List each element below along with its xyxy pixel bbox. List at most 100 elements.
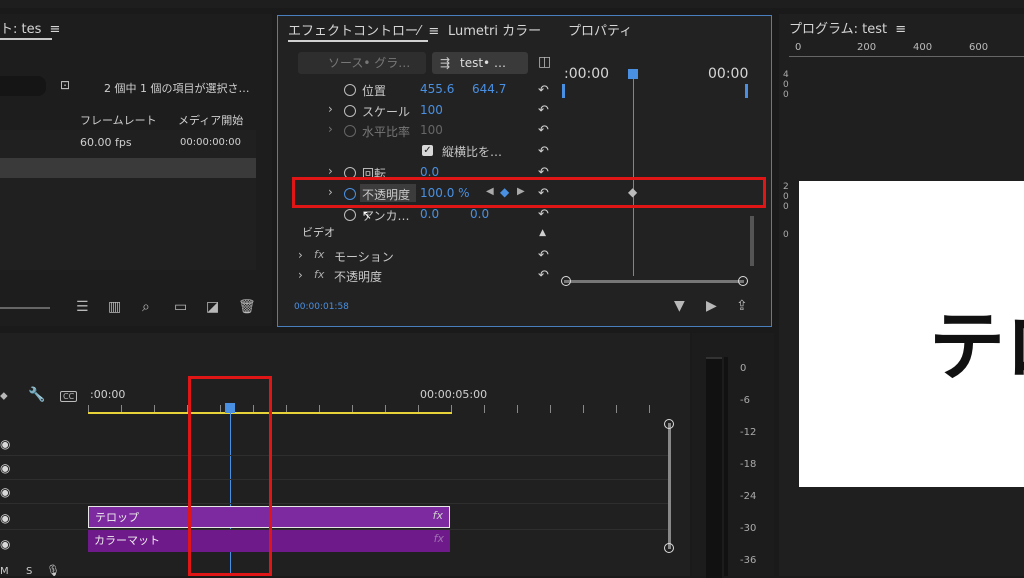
mic-icon[interactable]: 🎙: [46, 564, 60, 577]
highlight-box-opacity: [292, 177, 766, 208]
meter-bar-right: [724, 357, 728, 576]
stopwatch-icon[interactable]: [344, 84, 356, 96]
kf-zoom-handle-left[interactable]: [561, 276, 571, 286]
clip-label: test• …: [460, 56, 506, 70]
project-tab[interactable]: ト: tes ≡: [0, 18, 60, 37]
list-view-icon[interactable]: ☰: [76, 299, 89, 315]
section-header-video[interactable]: ビデオ ▲: [292, 224, 554, 242]
bin-search-icon[interactable]: ⊡: [60, 78, 70, 92]
media-start-value: 00:00:00:00: [180, 137, 242, 148]
ruler-label: 400: [913, 42, 933, 53]
eye-icon[interactable]: ◉: [0, 537, 10, 551]
stopwatch-icon[interactable]: [344, 125, 356, 137]
tab-properties[interactable]: プロパティ: [568, 20, 632, 39]
fx-badge[interactable]: fx: [314, 268, 324, 281]
reset-icon[interactable]: ↶: [538, 145, 554, 158]
expand-chevron-icon[interactable]: ›: [298, 248, 303, 262]
expand-chevron-icon[interactable]: ›: [328, 102, 333, 116]
timeline-panel: ⬥ 🔧 CC :00:00 00:00:05:00 ◉ ◉ ◉ ◉ ◉ テロップ…: [0, 333, 690, 577]
selected-row[interactable]: [0, 158, 256, 178]
effect-row-motion[interactable]: モーション: [334, 248, 394, 268]
section-label: ビデオ: [302, 226, 335, 239]
source-label: ソース• グラ…: [328, 56, 411, 70]
scroll-handle-top[interactable]: [664, 419, 674, 429]
ruler-digit: 2: [783, 182, 789, 192]
mute-button[interactable]: M: [0, 566, 9, 577]
reset-icon[interactable]: ↶: [538, 84, 554, 97]
property-row-scale[interactable]: スケール 100: [362, 103, 443, 123]
show-timeline-icon[interactable]: ◫: [538, 54, 551, 70]
ruler-digit: 0: [783, 202, 789, 212]
effect-row-opacity[interactable]: 不透明度: [334, 268, 382, 288]
meter-label: -18: [740, 459, 757, 470]
marker-icon[interactable]: ⬥: [0, 389, 8, 403]
filter-icon[interactable]: ▼: [674, 298, 685, 314]
collapse-triangle-icon[interactable]: ▲: [539, 224, 546, 242]
tab-lumetri[interactable]: Lumetri カラー: [448, 20, 541, 39]
panel-menu-icon[interactable]: ≡: [895, 22, 906, 37]
sequence-icon: ⇶: [440, 56, 451, 70]
panel-menu-icon[interactable]: ≡: [50, 22, 61, 37]
find-icon[interactable]: ⌕: [142, 299, 150, 315]
new-bin-icon[interactable]: ▭: [174, 299, 187, 315]
property-row-position[interactable]: 位置 455.6 644.7: [362, 82, 506, 102]
scale-value[interactable]: 100: [420, 103, 443, 117]
wrench-icon[interactable]: 🔧: [28, 387, 45, 403]
eye-icon[interactable]: ◉: [0, 437, 10, 451]
stopwatch-icon[interactable]: [344, 105, 356, 117]
position-x-value[interactable]: 455.6: [420, 82, 454, 96]
program-tab-label: プログラム: test: [789, 22, 888, 37]
panel-menu-icon[interactable]: ≡: [428, 24, 439, 39]
video-preview[interactable]: テロ: [799, 181, 1024, 487]
expand-chevron-icon[interactable]: ›: [328, 164, 333, 178]
zoom-slider[interactable]: [0, 307, 50, 309]
new-item-icon[interactable]: ◪: [206, 299, 219, 315]
tab-effect-controls[interactable]: エフェクトコントロー⁄ ≡: [288, 20, 439, 39]
property-row-horizontal-ratio[interactable]: 水平比率 100: [362, 123, 443, 143]
export-icon[interactable]: ⇪: [736, 298, 748, 314]
source-dropdown[interactable]: ソース• グラ…: [298, 52, 426, 74]
eye-icon[interactable]: ◉: [0, 511, 10, 525]
kf-zoom-scrollbar[interactable]: [564, 280, 744, 283]
kf-time-start: :00:00: [564, 66, 610, 82]
effect-controls-panel: エフェクトコントロー⁄ ≡ Lumetri カラー プロパティ ソース• グラ……: [277, 15, 772, 327]
column-header-media-start[interactable]: メディア開始: [178, 112, 243, 128]
table-row[interactable]: 60.00 fps 00:00:00:00: [0, 132, 256, 152]
program-tab[interactable]: プログラム: test ≡: [789, 18, 906, 37]
kf-vertical-scrollbar[interactable]: [750, 216, 754, 266]
solo-button[interactable]: S: [26, 566, 32, 577]
program-monitor: プログラム: test ≡ 0 200 400 600 4 0 0 2 0 0 …: [779, 14, 1024, 576]
reset-icon[interactable]: ↶: [538, 249, 554, 262]
reset-icon[interactable]: ↶: [538, 104, 554, 117]
scroll-handle-bottom[interactable]: [664, 543, 674, 553]
ruler-label: 200: [857, 42, 877, 53]
uniform-scale-checkbox[interactable]: ✓: [422, 145, 433, 156]
stopwatch-icon[interactable]: [344, 209, 356, 221]
position-y-value[interactable]: 644.7: [472, 82, 506, 96]
vertical-ruler: 4 0 0 2 0 0 0: [783, 70, 795, 240]
trash-icon[interactable]: 🗑: [238, 299, 256, 315]
active-tab-underline: [288, 40, 428, 42]
eye-icon[interactable]: ◉: [0, 461, 10, 475]
expand-chevron-icon[interactable]: ›: [328, 122, 333, 136]
expand-chevron-icon[interactable]: ›: [298, 268, 303, 282]
clip-dropdown[interactable]: ⇶ test• …: [432, 52, 528, 74]
reset-icon[interactable]: ↶: [538, 124, 554, 137]
search-input[interactable]: [0, 76, 46, 96]
current-timecode[interactable]: 00:00:01:58: [294, 302, 349, 312]
property-name: 位置: [362, 84, 387, 98]
anchor-y-value[interactable]: 0.0: [470, 207, 489, 221]
timeline-vertical-scrollbar[interactable]: [668, 423, 671, 549]
captions-icon[interactable]: CC: [60, 391, 78, 402]
uniform-scale-label: 縦横比を…: [442, 145, 503, 159]
kf-zoom-handle-right[interactable]: [738, 276, 748, 286]
icon-view-icon[interactable]: ▥: [108, 299, 121, 315]
reset-icon[interactable]: ↶: [538, 269, 554, 282]
eye-icon[interactable]: ◉: [0, 485, 10, 499]
column-header-fps[interactable]: フレームレート: [80, 112, 157, 128]
play-audio-icon[interactable]: ▶: [706, 298, 717, 314]
top-menu-strip: [0, 0, 1024, 8]
fx-badge[interactable]: fx: [314, 248, 324, 261]
anchor-x-value[interactable]: 0.0: [420, 207, 439, 221]
reset-icon[interactable]: ↶: [538, 208, 554, 221]
